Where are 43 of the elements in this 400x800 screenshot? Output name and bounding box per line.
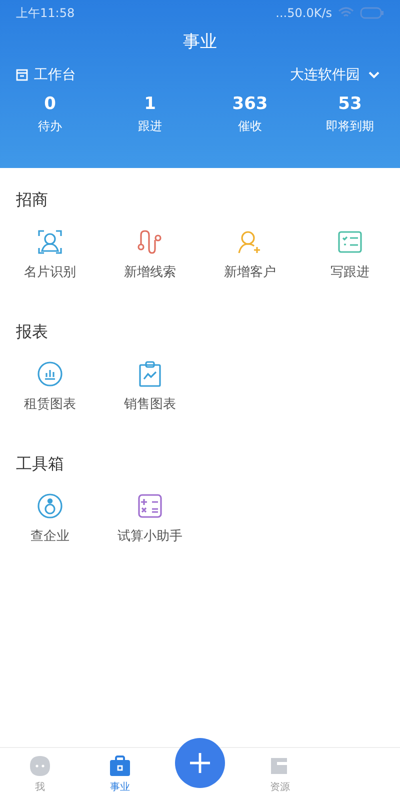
bar-chart-icon[interactable] (37, 361, 63, 387)
path-icon[interactable] (137, 229, 163, 255)
section-title: 报表 (15, 322, 49, 343)
plus-icon (189, 752, 211, 774)
status-time: 上午11:58 (16, 4, 75, 22)
add-button[interactable] (175, 738, 225, 788)
stat-label: 催收 (238, 118, 262, 135)
nav-tab[interactable]: 事业 (80, 754, 160, 794)
feature-label: 写跟进 (330, 264, 370, 281)
clipboard-chart-icon[interactable] (137, 361, 163, 387)
face-scan-icon[interactable] (37, 229, 63, 255)
add-user-icon[interactable] (237, 229, 263, 255)
chevron-down-icon (368, 71, 380, 79)
stat-value[interactable]: 363 (232, 94, 268, 114)
stat-label: 跟进 (138, 118, 162, 135)
calculator-icon[interactable] (137, 493, 163, 519)
section-title: 工具箱 (15, 454, 65, 475)
location-dropdown[interactable]: 大连软件园 (290, 66, 380, 84)
checklist-icon[interactable] (337, 229, 363, 255)
desk-icon (16, 69, 28, 81)
feature-label: 查企业 (30, 528, 70, 545)
feature-label: 名片识别 (24, 264, 76, 281)
stat-label: 即将到期 (326, 118, 374, 135)
network-speed: ...50.0K/s (276, 6, 332, 20)
stat-value[interactable]: 53 (338, 94, 362, 114)
battery-icon (360, 7, 384, 19)
feature-label: 试算小助手 (118, 528, 182, 545)
nav-tab[interactable]: 资源 (240, 754, 320, 794)
feature-label: 租赁图表 (24, 396, 76, 413)
person-circle-icon[interactable] (37, 493, 63, 519)
nav-tab[interactable]: 我 (0, 754, 80, 794)
feature-label: 新增线索 (124, 264, 176, 281)
feature-label: 销售图表 (124, 396, 176, 413)
feature-label: 新增客户 (224, 264, 276, 281)
stat-value[interactable]: 1 (144, 94, 156, 114)
face-icon (29, 754, 51, 776)
wifi-icon (338, 7, 354, 19)
workspace-label: 工作台 (34, 66, 76, 84)
page-title: 事业 (182, 31, 218, 54)
stat-value[interactable]: 0 (44, 94, 56, 114)
briefcase-icon (109, 754, 131, 776)
section-title: 招商 (15, 190, 49, 211)
stat-label: 待办 (38, 118, 62, 135)
